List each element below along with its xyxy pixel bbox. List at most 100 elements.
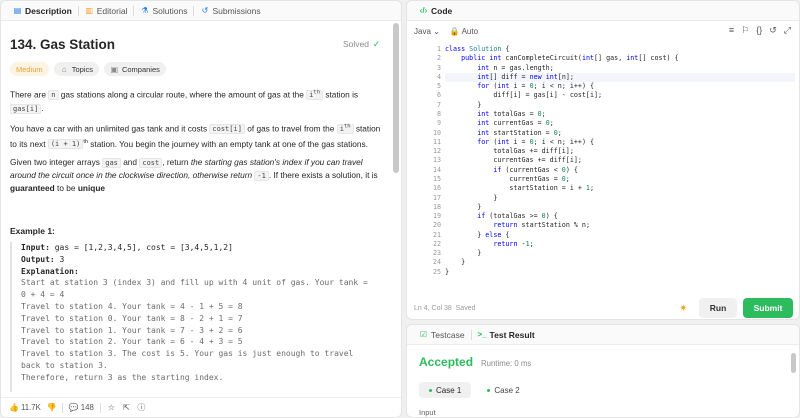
runtime-text: Runtime: 0 ms [481, 359, 532, 368]
format-icon[interactable]: ≡ [729, 25, 734, 36]
example-line: 0 + 4 = 4 [21, 290, 65, 300]
line-number: 7 [436, 100, 441, 109]
save-status: Saved [455, 305, 476, 312]
result-panel: ☑ Testcase >_ Test Result Accepted Runti… [406, 324, 800, 418]
editor-tab-bar: ‹/› Code [407, 1, 799, 21]
favorite-button[interactable]: ☆ [107, 403, 116, 412]
line-number: 9 [436, 119, 441, 128]
share-icon: ⇱ [122, 403, 130, 412]
bookmark-icon[interactable]: ⚐ [741, 25, 749, 36]
description-paragraph-2: You have a car with an unlimited gas tan… [10, 123, 381, 150]
tab-testcase[interactable]: ☑ Testcase [413, 325, 471, 345]
result-scrollbar[interactable] [791, 353, 796, 373]
book-icon: ▥ [85, 6, 94, 15]
history-icon: ↺ [201, 6, 209, 15]
case-tabs: Case 1 Case 2 [419, 382, 530, 398]
tab-code-label: Code [431, 5, 453, 16]
companies-chip[interactable]: ▣ Companies [103, 62, 166, 76]
sparkle-icon[interactable]: ✷ [679, 303, 687, 314]
comment-icon: 💬 [68, 403, 79, 412]
code-line: return startStation % n; [493, 221, 590, 230]
tab-description[interactable]: ▤ Description [7, 1, 78, 21]
help-icon: ⓘ [137, 403, 146, 412]
left-tab-bar: ▤ Description ▥ Editorial ⚗ Solutions ↺ … [1, 1, 401, 21]
code-line: if (currentGas < 0) { [493, 165, 578, 174]
code-line: class Solution { [445, 45, 510, 53]
example-title: Example 1: [10, 226, 55, 236]
topics-chip[interactable]: ⌂ Topics [53, 62, 99, 76]
document-icon: ▤ [13, 6, 22, 15]
chevron-down-icon: ⌄ [433, 26, 440, 36]
footer-separator [61, 402, 63, 413]
line-number: 3 [436, 63, 441, 72]
case-2-tab[interactable]: Case 2 [477, 382, 529, 398]
line-number: 13 [432, 156, 441, 165]
example-block: Input: gas = [1,2,3,4,5], cost = [3,4,5,… [10, 242, 390, 392]
lock-icon: 🔒 [449, 26, 460, 36]
dislike-button[interactable]: 👎 [46, 403, 57, 412]
cursor-position: Ln 4, Col 38 [414, 305, 452, 312]
braces-icon[interactable]: {} [756, 25, 762, 36]
code-line: } [445, 202, 482, 211]
example-output: Output: 3 [21, 254, 65, 264]
solved-label: Solved [343, 39, 369, 49]
page-title: 134. Gas Station [10, 37, 116, 52]
description-scrollbar[interactable] [393, 23, 399, 173]
thumbs-down-icon: 👎 [46, 403, 57, 412]
pass-dot-icon [429, 388, 432, 392]
tab-submissions[interactable]: ↺ Submissions [194, 1, 266, 21]
example-explanation-label: Explanation: [21, 266, 79, 276]
line-number: 21 [432, 230, 441, 239]
companies-label: Companies [121, 64, 160, 74]
result-tab-bar: ☑ Testcase >_ Test Result [407, 325, 799, 345]
code-line: } [445, 193, 498, 202]
terminal-icon: >_ [477, 330, 487, 339]
share-button[interactable]: ⇱ [122, 403, 131, 412]
lock-icon: ▣ [110, 64, 119, 74]
example-line: Therefore, return 3 as the starting inde… [21, 372, 224, 382]
run-button[interactable]: Run [699, 298, 737, 318]
code-line: currentGas += diff[i]; [445, 156, 582, 165]
case-1-tab[interactable]: Case 1 [419, 382, 472, 398]
run-bar: ✷ Run Submit [679, 298, 793, 318]
tab-code[interactable]: ‹/› Code [413, 1, 458, 21]
code-line: int n = gas.length; [477, 63, 554, 72]
line-number: 15 [432, 174, 441, 183]
tab-test-result[interactable]: >_ Test Result [472, 325, 541, 345]
line-numbers: 1 2 3 4 5 6 7 8 9 10 11 12 13 14 15 16 17 18 19 20 21 22 23 24 2… [407, 45, 441, 277]
pass-dot-icon [487, 388, 491, 392]
editor-status: Ln 4, Col 38 Saved [414, 305, 476, 312]
line-number: 19 [432, 212, 441, 221]
code-line: } [445, 100, 482, 109]
line-number: 2 [436, 54, 441, 63]
line-number: 10 [432, 128, 441, 137]
code-line: if (totalGas >= 0) { [477, 212, 558, 221]
like-count: 11.7K [21, 403, 41, 412]
line-number: 23 [432, 249, 441, 258]
reset-icon[interactable]: ↺ [769, 25, 777, 36]
difficulty-badge[interactable]: Medium [10, 62, 49, 76]
submit-button[interactable]: Submit [743, 298, 793, 318]
tab-editorial[interactable]: ▥ Editorial [79, 1, 134, 21]
comments-button[interactable]: 💬 148 [69, 403, 94, 412]
expand-icon[interactable]: ⤢ [784, 25, 791, 36]
description-paragraph-1: There are n gas stations along a circula… [10, 89, 359, 114]
like-button[interactable]: 👍 11.7K [9, 403, 41, 412]
code-area[interactable]: class Solution { public int canCompleteC… [445, 45, 795, 277]
case-2-label: Case 2 [494, 385, 520, 395]
line-number: 11 [432, 137, 441, 146]
code-line: } [445, 249, 482, 258]
line-number: 6 [436, 91, 441, 100]
tab-solutions[interactable]: ⚗ Solutions [134, 1, 193, 21]
star-icon: ☆ [107, 403, 115, 412]
code-line: } [445, 258, 466, 267]
code-line: diff[i] = gas[i] - cost[i]; [445, 91, 603, 100]
code-line: for (int i = 0; i < n; i++) { [477, 82, 595, 91]
result-status: Accepted [419, 355, 474, 369]
comment-count: 148 [80, 403, 94, 412]
auto-mode[interactable]: 🔒 Auto [450, 27, 478, 36]
example-line: Travel to station 4. Your tank = 4 - 1 +… [21, 301, 243, 311]
line-number: 12 [432, 147, 441, 156]
help-button[interactable]: ⓘ [137, 403, 146, 412]
language-select[interactable]: Java ⌄ [414, 27, 440, 36]
